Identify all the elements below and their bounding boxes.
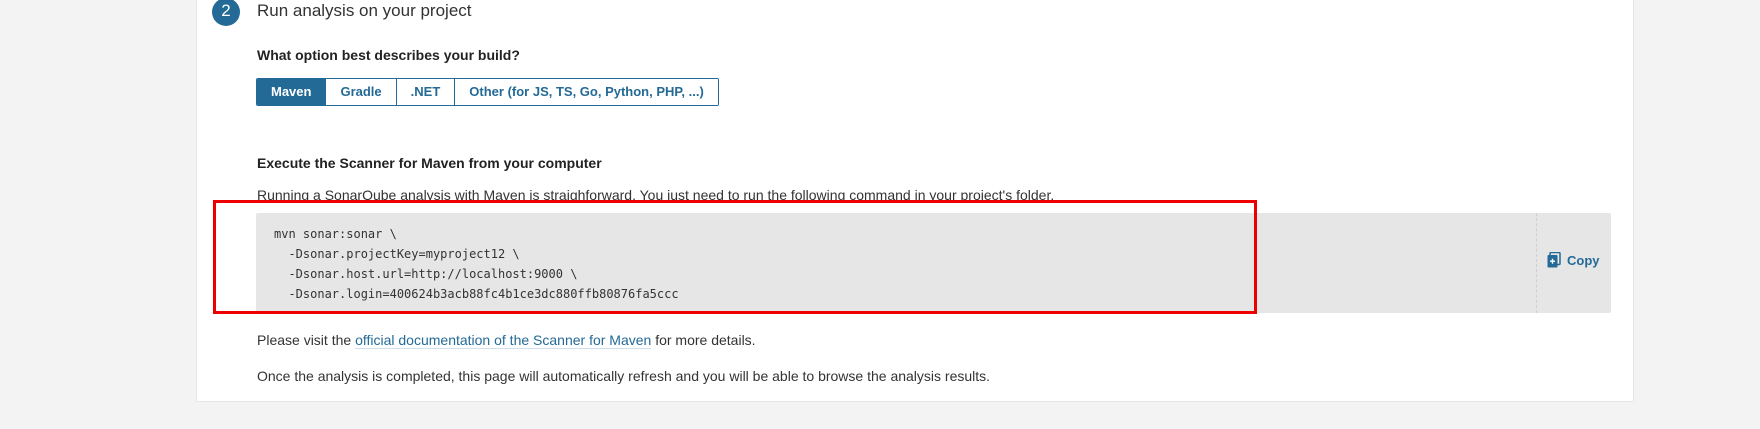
docs-note-prefix: Please visit the bbox=[257, 332, 356, 348]
build-option-maven[interactable]: Maven bbox=[257, 79, 326, 105]
step-title: Run analysis on your project bbox=[257, 1, 472, 20]
build-option-group: Maven Gradle .NET Other (for JS, TS, Go,… bbox=[256, 78, 719, 106]
docs-note: Please visit the official documentation … bbox=[257, 332, 756, 349]
copy-label: Copy bbox=[1567, 252, 1600, 268]
scanner-section-title: Execute the Scanner for Maven from your … bbox=[257, 155, 602, 171]
completion-note: Once the analysis is completed, this pag… bbox=[257, 368, 991, 384]
copy-icon bbox=[1547, 252, 1561, 268]
build-question: What option best describes your build? bbox=[257, 47, 520, 63]
copy-divider bbox=[1536, 213, 1537, 313]
command-snippet-box: mvn sonar:sonar \ -Dsonar.projectKey=myp… bbox=[256, 213, 1611, 313]
scanner-intro-text: Running a SonarQube analysis with Maven … bbox=[257, 187, 1055, 203]
copy-button[interactable]: Copy bbox=[1547, 252, 1600, 268]
build-option-other[interactable]: Other (for JS, TS, Go, Python, PHP, ...) bbox=[454, 79, 718, 105]
command-snippet: mvn sonar:sonar \ -Dsonar.projectKey=myp… bbox=[274, 227, 679, 301]
docs-note-suffix: for more details. bbox=[651, 332, 756, 348]
build-option-gradle[interactable]: Gradle bbox=[325, 79, 396, 105]
scanner-docs-link[interactable]: official documentation of the Scanner fo… bbox=[355, 332, 652, 349]
build-option-dotnet[interactable]: .NET bbox=[395, 79, 455, 105]
